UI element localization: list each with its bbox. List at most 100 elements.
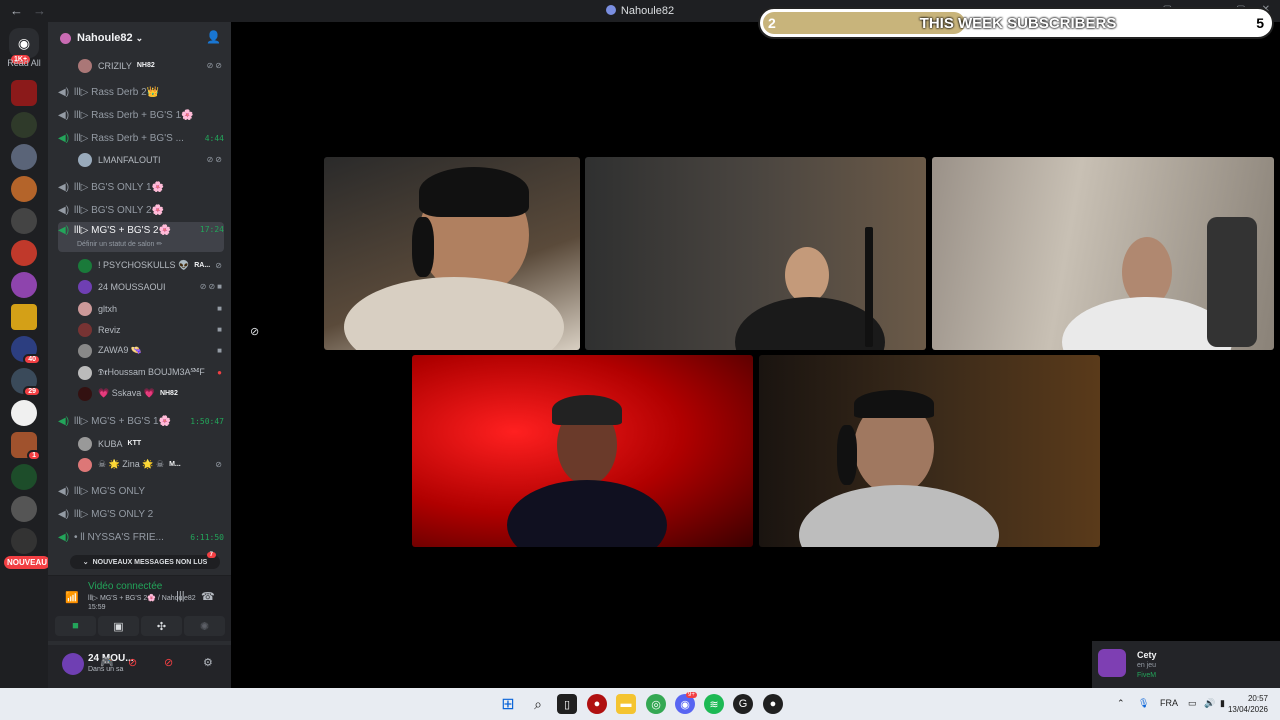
home-button[interactable]: ◉ 1K+ (9, 28, 39, 64)
voice-user[interactable]: gltxh ■ (78, 299, 224, 318)
activities-button[interactable]: ✣ (141, 616, 182, 636)
volume-icon[interactable]: 🔊 (1204, 698, 1215, 709)
spotify-icon[interactable]: ≋ (704, 694, 724, 714)
camera-button[interactable]: ■ (55, 616, 96, 636)
voice-channel[interactable]: ◀) lll▷ Rass Derb + BG'S ... 4:44 (58, 128, 224, 148)
soundboard-button[interactable]: ✺ (184, 616, 225, 636)
server-icon[interactable]: 1 (11, 432, 41, 461)
windows-start-icon[interactable]: ⊞ (498, 694, 518, 714)
voice-channel[interactable]: ◀) lll▷ MG'S ONLY 2 (58, 504, 224, 524)
user-name: LMANFALOUTI (98, 154, 161, 165)
camera-icon: ■ (217, 304, 224, 313)
server-icon[interactable] (11, 80, 41, 108)
server-icon[interactable] (11, 496, 41, 524)
display-icon[interactable]: ▭ (1188, 698, 1197, 709)
voice-user[interactable]: Reviz ■ (78, 320, 224, 339)
server-icon[interactable] (11, 304, 41, 332)
new-messages-pill[interactable]: ⌄ NOUVEAUX MESSAGES NON LUS 7 (70, 552, 220, 569)
search-icon[interactable]: ⌕ (528, 694, 548, 714)
file-explorer-icon[interactable]: ▬ (616, 694, 636, 714)
voice-channel-active[interactable]: ◀) lll▷ MG'S + BG'S 2🌸 17:24 Définir un st… (58, 222, 224, 252)
channel-name: lll▷ Rass Derb + BG'S 1🌸 (74, 109, 194, 121)
avatar (78, 343, 92, 358)
discord-logo-icon: ◉ (17, 34, 31, 51)
clock[interactable]: 20:57 13/04/2026 (1228, 693, 1268, 715)
server-icon[interactable] (11, 208, 41, 236)
signal-icon[interactable]: 📶 (65, 591, 79, 604)
headphones-muted-icon[interactable]: ⊘ (164, 656, 173, 669)
voice-channel[interactable]: ◀) • ll NYSSA'S FRIE... 6:11:50 (58, 527, 224, 547)
add-member-icon[interactable]: 👤 (206, 30, 221, 44)
new-messages-label: NOUVEAUX MESSAGES NON LUS (92, 558, 208, 566)
server-icon[interactable] (11, 272, 41, 300)
user-name: ! PSYCHOSKULLS 👽 (98, 260, 190, 270)
gamepad-icon[interactable]: 🎮 (100, 656, 114, 669)
video-tile[interactable] (932, 157, 1274, 350)
voice-user[interactable]: 𝕯𝖗Houssam BOUJM3A℠F ● (78, 363, 224, 382)
speaker-icon: ◀) (58, 531, 70, 543)
server-icon[interactable] (11, 528, 41, 556)
server-icon-active[interactable] (11, 144, 41, 172)
server-icon[interactable] (11, 400, 41, 428)
voice-channel[interactable]: ◀) lll▷ MG'S ONLY (58, 481, 224, 501)
server-icon[interactable] (11, 176, 41, 204)
server-icon[interactable] (11, 112, 41, 140)
participant-body (799, 485, 999, 547)
voice-channel[interactable]: ◀) lll▷ Rass Derb + BG'S 1🌸 (58, 105, 224, 125)
app-icon[interactable]: ● (587, 694, 607, 714)
channel-name: lll▷ MG'S + BG'S 2🌸 (74, 225, 172, 236)
headphones (412, 217, 434, 277)
mic-muted-icon[interactable]: ⊘ (128, 656, 137, 669)
chrome-icon[interactable]: ◎ (646, 694, 666, 714)
voice-user[interactable]: ! PSYCHOSKULLS 👽 RA... ⊘ (78, 256, 224, 275)
read-all-button[interactable]: Read All (0, 58, 48, 68)
voice-user[interactable]: ZAWA9 👒 ■ (78, 341, 224, 360)
app-icon[interactable]: G (733, 694, 753, 714)
guild-header[interactable]: Nahoule82 ⌄ 👤 (48, 22, 231, 54)
battery-icon[interactable]: ▮ (1220, 698, 1225, 709)
voice-user[interactable]: LMANFALOUTI ⊘⊘ (78, 150, 224, 169)
voice-user[interactable]: ☠ 🌟 Zina 🌟 ☠ M... ⊘ (78, 455, 224, 474)
disconnect-icon[interactable]: ☎ (201, 590, 215, 603)
voice-channel[interactable]: ◀) lll▷ MG'S + BG'S 1🌸 1:50:47 (58, 411, 224, 431)
deafened-icon: ⊘⊘ (206, 61, 224, 70)
screen-share-button[interactable]: ▣ (98, 616, 139, 636)
server-icon[interactable]: 40 (11, 336, 41, 365)
avatar (78, 279, 92, 294)
video-tile[interactable] (412, 355, 753, 547)
voice-status[interactable]: Vidéo connectée (88, 581, 162, 592)
new-badge[interactable]: NOUVEAU (4, 556, 51, 569)
video-tile[interactable] (585, 157, 926, 350)
microphone-icon[interactable]: 🎙 (1138, 698, 1149, 709)
voice-timer: 15:59 (88, 604, 106, 611)
gear-icon[interactable]: ⚙ (203, 656, 213, 669)
noise-suppression-icon[interactable]: ||| (176, 590, 185, 602)
server-icon[interactable] (11, 240, 41, 268)
voice-user[interactable]: 24 MOUSSAOUI ⊘⊘■ (78, 277, 224, 296)
user-name: 24 MOUSSAOUI (98, 281, 166, 292)
avatar[interactable] (62, 653, 84, 675)
speaker-icon: ◀) (58, 181, 70, 193)
voice-user[interactable]: CRIZILY NH82 ⊘⊘ (78, 56, 224, 75)
server-icon[interactable]: 29 (11, 368, 41, 397)
deafened-icon: ⊘ (250, 326, 260, 338)
task-view-icon[interactable]: ▯ (557, 694, 577, 714)
video-tile[interactable] (759, 355, 1100, 547)
server-icon[interactable] (11, 464, 41, 492)
voice-user[interactable]: 💗 Sskava 💗 NH82 (78, 384, 224, 403)
voice-channel[interactable]: ◀) lll▷ BG'S ONLY 1🌸 (58, 177, 224, 197)
app-icon[interactable]: ● (763, 694, 783, 714)
video-tile[interactable] (324, 157, 580, 350)
user-tag: KTT (127, 440, 142, 447)
speaker-icon: ◀) (58, 415, 70, 427)
channel-name: • ll NYSSA'S FRIE... (74, 531, 164, 543)
channel-status[interactable]: Définir un statut de salon ✏ (77, 240, 162, 248)
chevron-up-icon[interactable]: ⌃ (1117, 698, 1125, 709)
activity-toast[interactable]: Cety en jeu FiveM (1092, 641, 1280, 688)
voice-channel[interactable]: ◀) lll▷ Rass Derb 2👑 (58, 82, 224, 102)
language-indicator[interactable]: FRA (1160, 698, 1178, 708)
user-tag: NH82 (159, 390, 178, 397)
goal-label: THIS WEEK SUBSCRIBERS (919, 15, 1117, 32)
voice-user[interactable]: KUBA KTT (78, 434, 224, 453)
voice-channel[interactable]: ◀) lll▷ BG'S ONLY 2🌸 (58, 200, 224, 220)
